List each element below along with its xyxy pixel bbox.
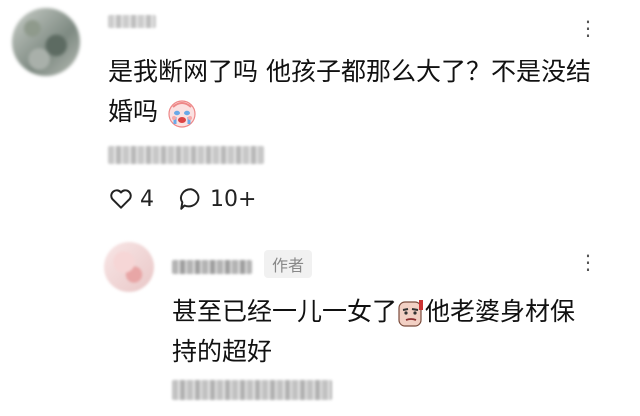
reply-button[interactable]: 10+: [178, 186, 256, 212]
crying-face-icon: [168, 100, 196, 128]
comment-text-line1: 是我断网了吗 他孩子都那么大了？不是没结: [108, 57, 591, 86]
heart-outline-icon: [110, 189, 132, 209]
timestamp-blurred: [172, 380, 332, 400]
avatar[interactable]: [12, 8, 80, 76]
like-count: 4: [140, 186, 154, 212]
reply-text-line1b: 他老婆身材保: [425, 297, 576, 326]
timestamp-blurred: [108, 146, 264, 164]
reply-count: 10+: [210, 186, 257, 212]
username-blurred[interactable]: [172, 260, 252, 274]
speech-bubble-icon: [180, 188, 200, 210]
author-badge: 作者: [264, 250, 313, 278]
comment-actions: 4 10+: [108, 186, 280, 212]
username-blurred[interactable]: [108, 15, 156, 28]
avatar[interactable]: [104, 242, 154, 292]
smirk-face-icon: [398, 300, 424, 327]
more-dots-icon[interactable]: ⋮: [578, 252, 601, 272]
like-button[interactable]: 4: [108, 186, 154, 212]
comment-text-line2: 婚吗: [108, 97, 159, 126]
reply-text: 甚至已经一儿一女了 他老婆身材保 持的超好: [172, 292, 612, 372]
more-dots-icon[interactable]: ⋮: [578, 18, 601, 38]
reply-text-line1a: 甚至已经一儿一女了: [172, 297, 398, 326]
comment-text: 是我断网了吗 他孩子都那么大了？不是没结 婚吗: [108, 52, 628, 132]
reply-text-line2: 持的超好: [172, 337, 273, 366]
